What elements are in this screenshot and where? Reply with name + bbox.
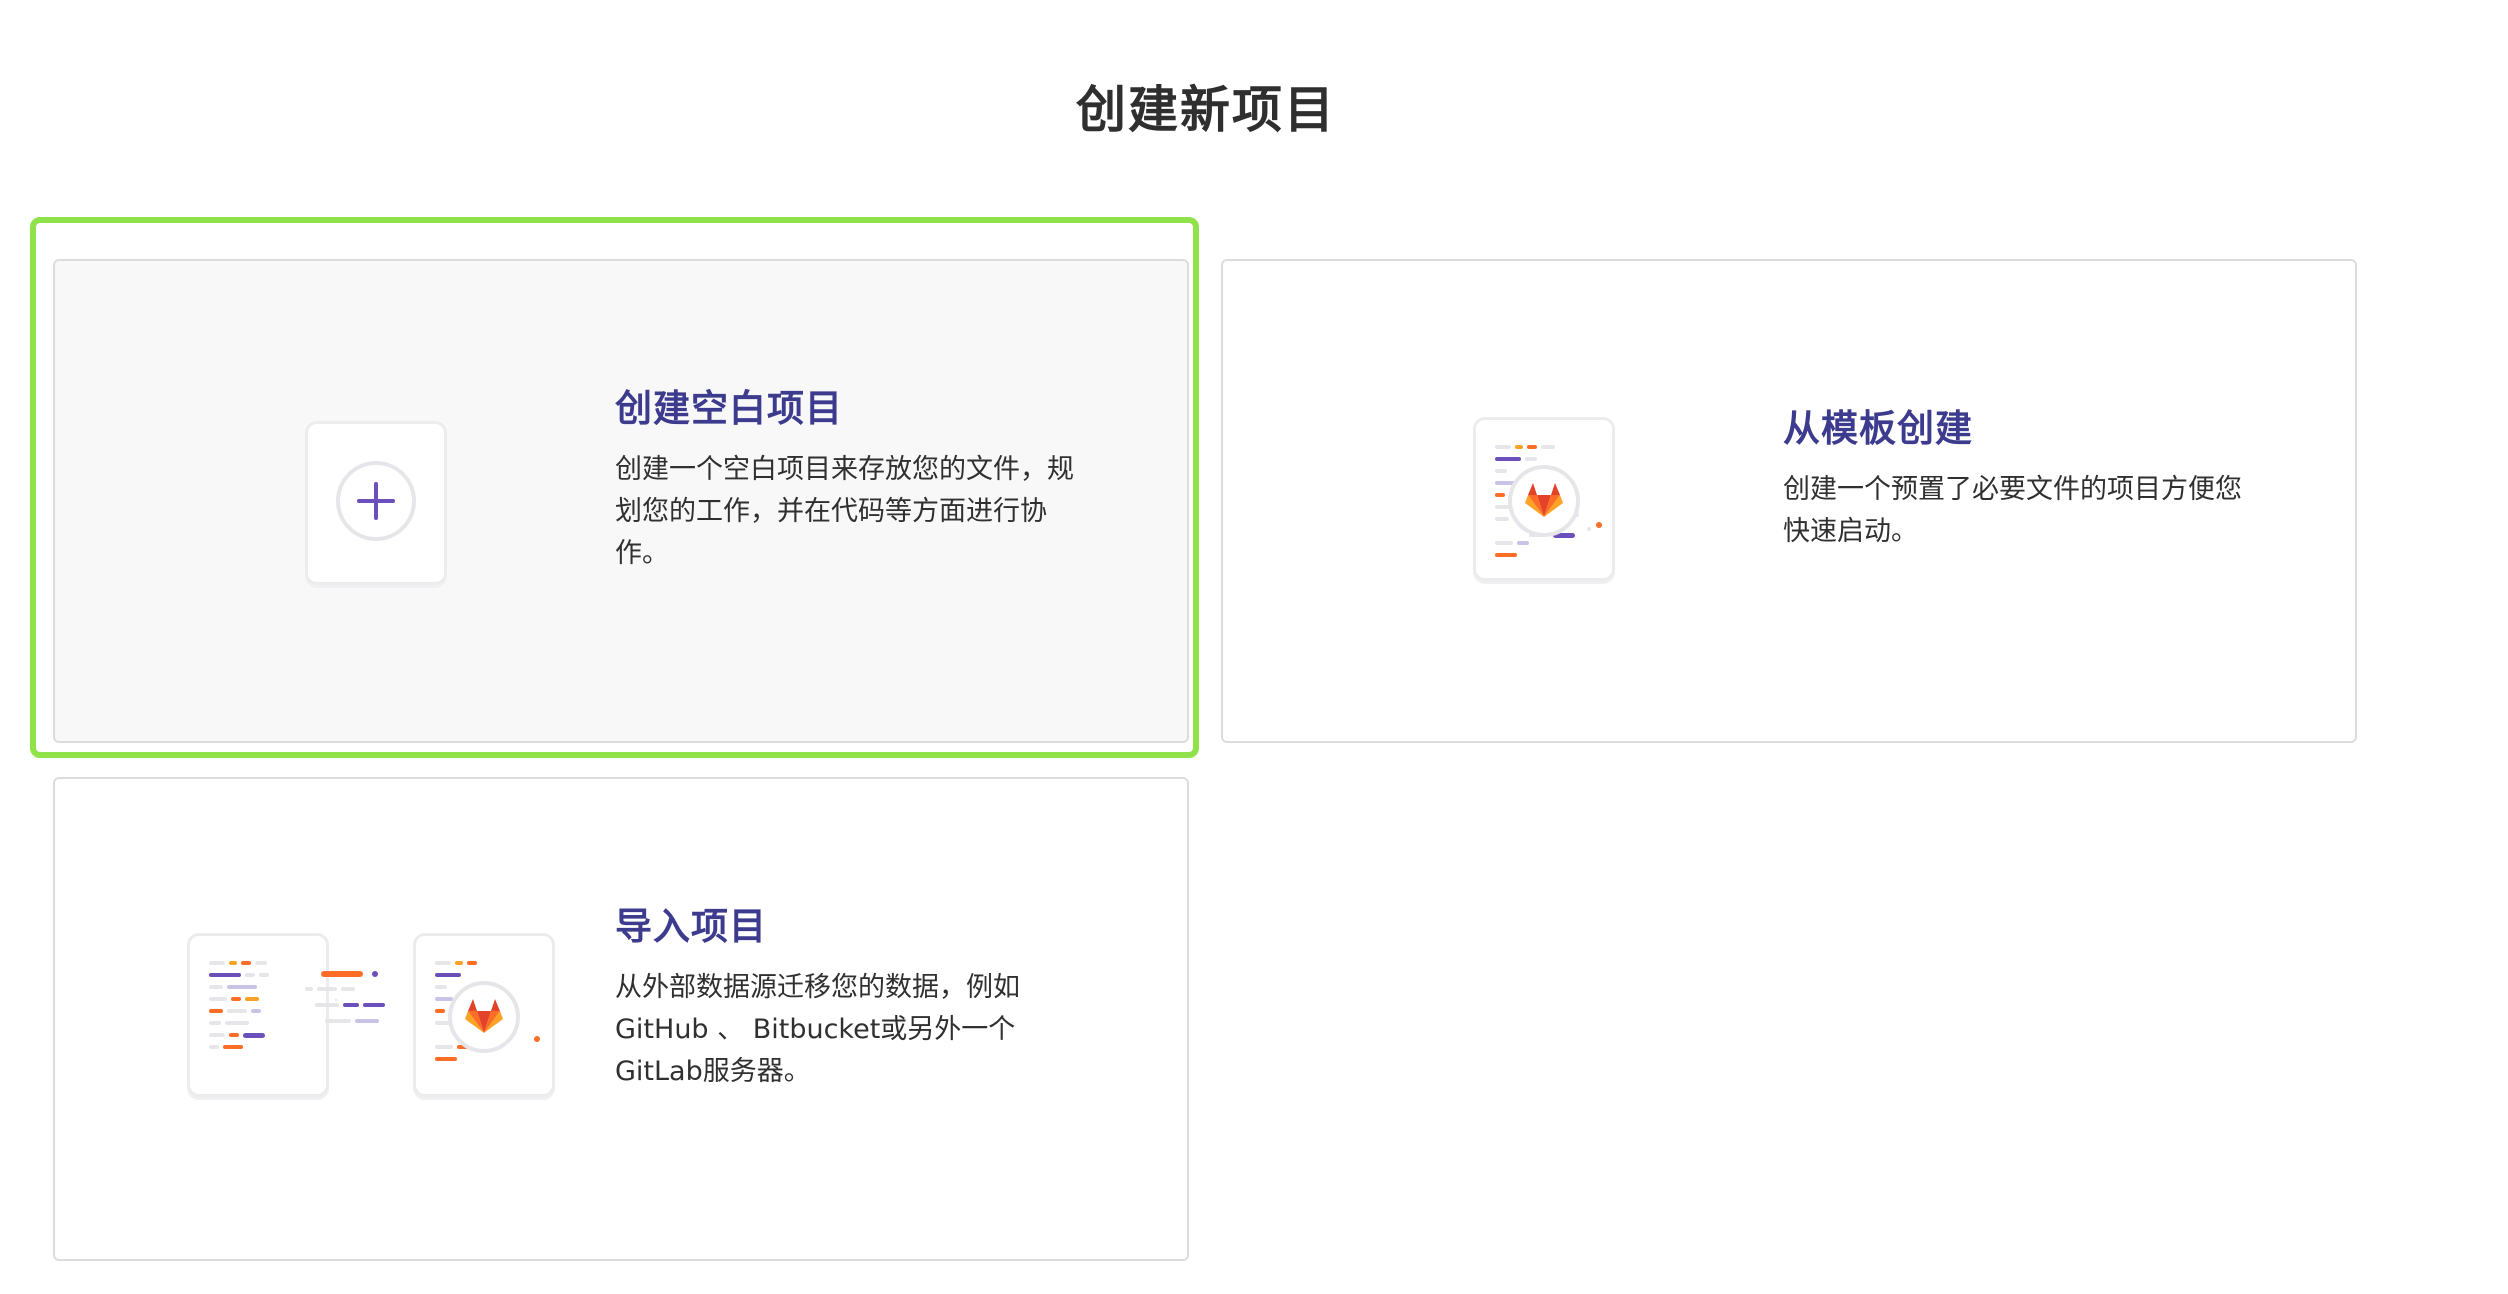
card-title: 导入项目 (615, 905, 767, 948)
import-target-illustration (413, 933, 555, 1097)
card-title: 从模板创建 (1783, 407, 1973, 450)
card-description: 从外部数据源迁移您的数据，例如 GitHub 、 Bitbucket或另外一个 … (615, 972, 1020, 1088)
plus-icon (336, 461, 416, 541)
page-title: 创建新项目 (1076, 81, 1336, 139)
card-description: 创建一个预置了必要文件的项目方便您快速启动。 (1783, 474, 2242, 548)
card-description: 创建一个空白项目来存放您的文件，规划您的工作，并在代码等方面进行协作。 (615, 454, 1074, 570)
create-from-template-card[interactable]: 从模板创建 创建一个预置了必要文件的项目方便您快速启动。 (1221, 259, 2357, 743)
import-project-card[interactable]: 导入项目 从外部数据源迁移您的数据，例如 GitHub 、 Bitbucket或… (53, 777, 1189, 1261)
gitlab-icon (435, 961, 540, 1061)
plus-illustration (305, 421, 447, 585)
gitlab-template-icon (1495, 445, 1602, 557)
template-illustration (1473, 417, 1615, 581)
create-blank-project-card[interactable]: 创建空白项目 创建一个空白项目来存放您的文件，规划您的工作，并在代码等方面进行协… (53, 259, 1189, 743)
import-flow-lines (305, 971, 385, 1023)
card-title: 创建空白项目 (615, 387, 843, 430)
